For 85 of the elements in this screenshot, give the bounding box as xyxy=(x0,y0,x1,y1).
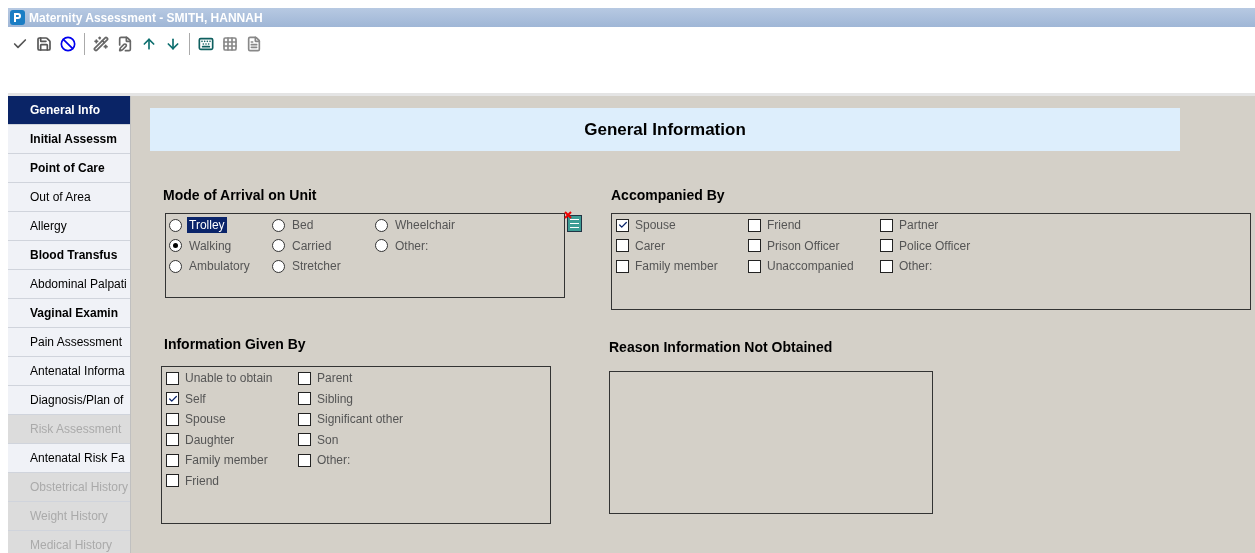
checkbox[interactable] xyxy=(616,239,629,253)
window-title: Maternity Assessment - SMITH, HANNAH xyxy=(29,9,263,27)
option-label: Walking xyxy=(188,237,233,254)
radio-button[interactable] xyxy=(169,218,182,232)
checkbox[interactable] xyxy=(748,218,761,232)
sidebar-item[interactable]: Abdominal Palpati xyxy=(8,270,130,299)
option-label: Unaccompanied xyxy=(767,258,854,276)
sidebar-item[interactable]: Antenatal Risk Fa xyxy=(8,444,130,473)
option-label: Family member xyxy=(635,258,718,276)
app-logo-icon xyxy=(10,10,25,25)
sidebar-item[interactable]: Point of Care xyxy=(8,154,130,183)
checkbox[interactable] xyxy=(880,239,893,253)
option-label: Bed xyxy=(291,217,315,234)
checkbox[interactable] xyxy=(748,259,761,273)
radio-button[interactable] xyxy=(272,259,285,273)
checkbox[interactable] xyxy=(166,433,179,447)
save-icon[interactable] xyxy=(36,36,52,52)
option-label: Carer xyxy=(635,237,665,255)
option-label: Partner xyxy=(899,217,939,235)
group-heading: Mode of Arrival on Unit xyxy=(163,186,318,203)
option-label: Son xyxy=(317,431,339,449)
sidebar-item[interactable]: Allergy xyxy=(8,212,130,241)
checkbox[interactable] xyxy=(748,239,761,253)
option-label: Daughter xyxy=(185,431,235,449)
checkbox[interactable] xyxy=(166,371,179,385)
cancel-icon[interactable] xyxy=(60,36,76,52)
option-label: Trolley xyxy=(187,217,227,234)
checkbox[interactable] xyxy=(298,371,311,385)
checkbox[interactable] xyxy=(616,259,629,273)
option-label: Parent xyxy=(317,370,353,388)
option-label: Spouse xyxy=(185,411,226,429)
sidebar-item[interactable]: Vaginal Examin xyxy=(8,299,130,328)
radio-button[interactable] xyxy=(272,239,285,253)
option-label: Significant other xyxy=(317,411,404,429)
checkbox[interactable] xyxy=(166,453,179,467)
option-label: Friend xyxy=(185,472,219,490)
checkbox[interactable] xyxy=(298,433,311,447)
option-label: Carried xyxy=(291,237,333,254)
option-label: Family member xyxy=(185,452,268,470)
option-label: Prison Officer xyxy=(767,237,840,255)
group-heading: Information Given By xyxy=(164,335,307,352)
grid-icon[interactable] xyxy=(222,36,238,52)
sidebar-item[interactable]: Initial Assessm xyxy=(8,125,130,154)
up-arrow-icon[interactable] xyxy=(141,36,157,52)
option-label: Self xyxy=(185,390,206,408)
option-label: Other: xyxy=(899,258,933,276)
sidebar-item[interactable]: Diagnosis/Plan of xyxy=(8,386,130,415)
checkbox[interactable] xyxy=(298,412,311,426)
option-label: Spouse xyxy=(635,217,676,235)
wand-icon[interactable] xyxy=(93,36,109,52)
checkbox[interactable] xyxy=(298,453,311,467)
keyboard-icon[interactable] xyxy=(198,36,214,52)
sidebar-item[interactable]: Out of Area xyxy=(8,183,130,212)
edit-document-icon[interactable] xyxy=(117,36,133,52)
radio-button[interactable] xyxy=(169,259,182,273)
checkbox[interactable] xyxy=(880,259,893,273)
section-title: General Information xyxy=(584,118,746,141)
text-area[interactable] xyxy=(609,371,933,514)
sidebar-item[interactable]: General Info xyxy=(8,96,130,125)
option-label: Sibling xyxy=(317,390,354,408)
checkbox[interactable] xyxy=(298,392,311,406)
option-label: Stretcher xyxy=(291,258,342,275)
down-arrow-icon[interactable] xyxy=(165,36,181,52)
option-label: Ambulatory xyxy=(188,258,251,275)
option-label: Police Officer xyxy=(899,237,971,255)
option-label: Other: xyxy=(394,237,430,254)
group-heading: Reason Information Not Obtained xyxy=(609,338,834,355)
checkbox[interactable] xyxy=(616,218,629,232)
sidebar-item[interactable]: Antenatal Informa xyxy=(8,357,130,386)
checkbox[interactable] xyxy=(880,218,893,232)
checkbox[interactable] xyxy=(166,412,179,426)
option-label: Wheelchair xyxy=(394,217,457,234)
checkbox[interactable] xyxy=(166,474,179,488)
sidebar-item[interactable]: Pain Assessment xyxy=(8,328,130,357)
option-label: Unable to obtain xyxy=(185,370,273,388)
radio-button[interactable] xyxy=(375,218,388,232)
option-label: Other: xyxy=(317,452,351,470)
option-label: Friend xyxy=(767,217,801,235)
radio-button[interactable] xyxy=(375,239,388,253)
radio-button[interactable] xyxy=(169,239,182,253)
document-icon[interactable] xyxy=(246,36,262,52)
checkbox[interactable] xyxy=(166,392,179,406)
sidebar-item[interactable]: Blood Transfus xyxy=(8,241,130,270)
radio-button[interactable] xyxy=(272,218,285,232)
group-heading: Accompanied By xyxy=(611,186,726,203)
